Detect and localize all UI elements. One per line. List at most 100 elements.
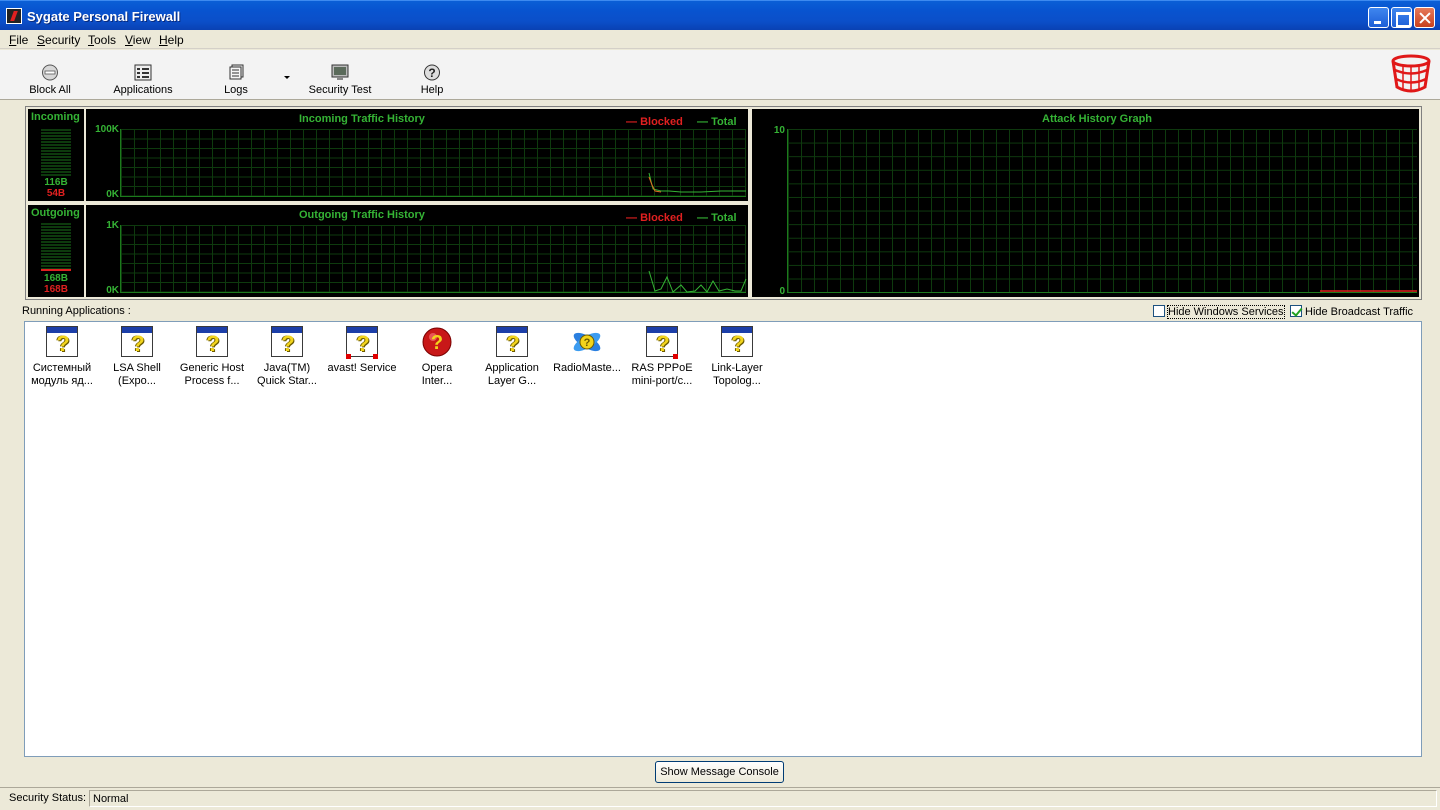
unknown-app-icon	[496, 326, 528, 358]
blocked-marker-icon	[346, 354, 351, 359]
svg-text:?: ?	[428, 66, 435, 80]
incoming-graph-title: Incoming Traffic History	[299, 113, 425, 125]
app-item-opera[interactable]: ? Opera Inter...	[400, 326, 474, 388]
attack-history-graph: Attack History Graph 10 0	[752, 109, 1419, 297]
applications-icon	[134, 64, 152, 81]
help-button[interactable]: ? Help	[416, 64, 448, 96]
hide-broadcast-traffic-box[interactable]	[1290, 305, 1302, 317]
running-apps-label: Running Applications :	[22, 305, 131, 317]
app-name-line2: mini-port/c...	[631, 375, 693, 387]
incoming-y-max: 100K	[95, 124, 119, 135]
app-name-line1: RadioMaste...	[553, 362, 621, 374]
logs-button[interactable]: Logs	[218, 64, 254, 96]
outgoing-total-value: 168B	[44, 273, 68, 284]
app-item-lsa-shell[interactable]: LSA Shell (Expo...	[100, 326, 174, 388]
app-name-line2: Inter...	[421, 375, 453, 387]
outgoing-y-max: 1K	[106, 220, 119, 231]
blocked-marker-icon	[373, 354, 378, 359]
running-apps-list: Системный модуль яд... LSA Shell (Expo..…	[24, 321, 1422, 757]
toolbar: Block All Applications Logs Security Tes…	[0, 50, 1440, 100]
incoming-traffic-graph: Incoming Traffic History — Blocked — Tot…	[86, 109, 748, 201]
unknown-app-icon	[271, 326, 303, 358]
attack-graph-title: Attack History Graph	[1042, 113, 1153, 125]
outgoing-legend-total: — Total	[697, 212, 737, 224]
outgoing-graph-title: Outgoing Traffic History	[299, 209, 425, 221]
block-all-button[interactable]: Block All	[24, 64, 76, 96]
minimize-button[interactable]	[1368, 7, 1389, 28]
applications-label: Applications	[113, 84, 173, 96]
app-name-line2: Layer G...	[487, 375, 537, 387]
app-name-line1: Системный	[32, 362, 92, 374]
app-name-line2: Topolog...	[713, 375, 761, 387]
outgoing-traffic-graph: Outgoing Traffic History — Blocked — Tot…	[86, 205, 748, 297]
outgoing-meter: Outgoing 168B 168B	[28, 205, 84, 297]
app-item-system-kernel[interactable]: Системный модуль яд...	[25, 326, 99, 388]
unknown-app-icon	[196, 326, 228, 358]
show-message-console-button[interactable]: Show Message Console	[655, 761, 784, 783]
menu-help[interactable]: Help	[159, 33, 184, 47]
help-label: Help	[420, 84, 444, 96]
incoming-traffic-line	[648, 172, 746, 193]
outgoing-blocked-value: 168B	[44, 284, 68, 295]
menu-tools[interactable]: Tools	[88, 33, 116, 47]
attack-y-min: 0	[779, 286, 785, 297]
svg-text:?: ?	[431, 332, 443, 354]
applications-button[interactable]: Applications	[108, 64, 178, 96]
app-name-line1: Java(TM)	[263, 362, 311, 374]
unknown-app-icon	[721, 326, 753, 358]
logs-label: Logs	[224, 84, 248, 96]
security-test-button[interactable]: Security Test	[305, 64, 375, 96]
hide-broadcast-traffic-checkbox[interactable]: Hide Broadcast Traffic	[1290, 305, 1413, 318]
app-name-line1: Generic Host	[179, 362, 245, 374]
app-item-java-quickstarter[interactable]: Java(TM) Quick Star...	[250, 326, 324, 388]
app-item-radiomaster[interactable]: ? RadioMaste...	[550, 326, 624, 375]
menu-bar: File Security Tools View Help	[0, 30, 1440, 49]
app-item-avast-service[interactable]: avast! Service	[325, 326, 399, 375]
outgoing-level-bar	[41, 223, 71, 271]
hide-broadcast-traffic-label: Hide Broadcast Traffic	[1305, 306, 1414, 318]
app-item-application-layer-gateway[interactable]: Application Layer G...	[475, 326, 549, 388]
incoming-y-min: 0K	[106, 189, 119, 200]
menu-security[interactable]: Security	[37, 33, 80, 47]
app-name-line2: модуль яд...	[31, 375, 93, 387]
unknown-app-icon	[646, 326, 678, 359]
attack-graph-grid	[787, 129, 1417, 293]
app-name-line1: LSA Shell	[113, 362, 161, 374]
incoming-graph-grid	[120, 129, 746, 197]
app-item-generic-host[interactable]: Generic Host Process f...	[175, 326, 249, 388]
radiomaster-icon: ?	[573, 332, 601, 352]
attack-y-max: 10	[773, 125, 785, 136]
menu-file[interactable]: File	[9, 33, 28, 47]
close-button[interactable]	[1414, 7, 1435, 28]
logs-dropdown-arrow-icon[interactable]	[284, 76, 290, 79]
incoming-legend-total-label: Total	[711, 116, 737, 128]
app-name-line2: Quick Star...	[257, 375, 317, 387]
app-name-line2: (Expo...	[118, 375, 156, 387]
unknown-app-icon	[46, 326, 78, 358]
outgoing-level-fill	[41, 269, 71, 271]
hide-windows-services-checkbox[interactable]: Hide Windows Services	[1153, 305, 1285, 319]
app-item-ras-pppoe[interactable]: RAS PPPoE mini-port/c...	[625, 326, 699, 388]
title-bar[interactable]: Sygate Personal Firewall	[0, 0, 1440, 30]
incoming-blocked-value: 54B	[46, 188, 66, 199]
svg-text:?: ?	[584, 337, 591, 349]
help-icon: ?	[424, 64, 440, 81]
outgoing-traffic-line	[648, 270, 747, 293]
sygate-app-icon[interactable]	[6, 8, 22, 24]
monitor-icon	[331, 64, 349, 80]
menu-view[interactable]: View	[125, 33, 151, 47]
unknown-app-icon	[121, 326, 153, 358]
maximize-button[interactable]	[1391, 7, 1412, 28]
outgoing-legend-blocked-label: Blocked	[640, 212, 683, 224]
traffic-graphs-panel: Incoming 116B 54B Incoming Traffic Histo…	[25, 106, 1422, 300]
app-item-link-layer-topology[interactable]: Link-Layer Topolog...	[700, 326, 774, 388]
hide-windows-services-box[interactable]	[1153, 305, 1165, 317]
unknown-app-icon	[346, 326, 378, 359]
security-status-value: Normal	[89, 790, 1437, 807]
main-window: Sygate Personal Firewall File Security T…	[0, 0, 1440, 810]
app-name-line1: RAS PPPoE	[631, 362, 693, 374]
outgoing-legend-total-label: Total	[711, 212, 737, 224]
opera-icon: ?	[422, 327, 452, 357]
app-name-line1: avast! Service	[327, 362, 397, 374]
blocked-marker-icon	[673, 354, 678, 359]
